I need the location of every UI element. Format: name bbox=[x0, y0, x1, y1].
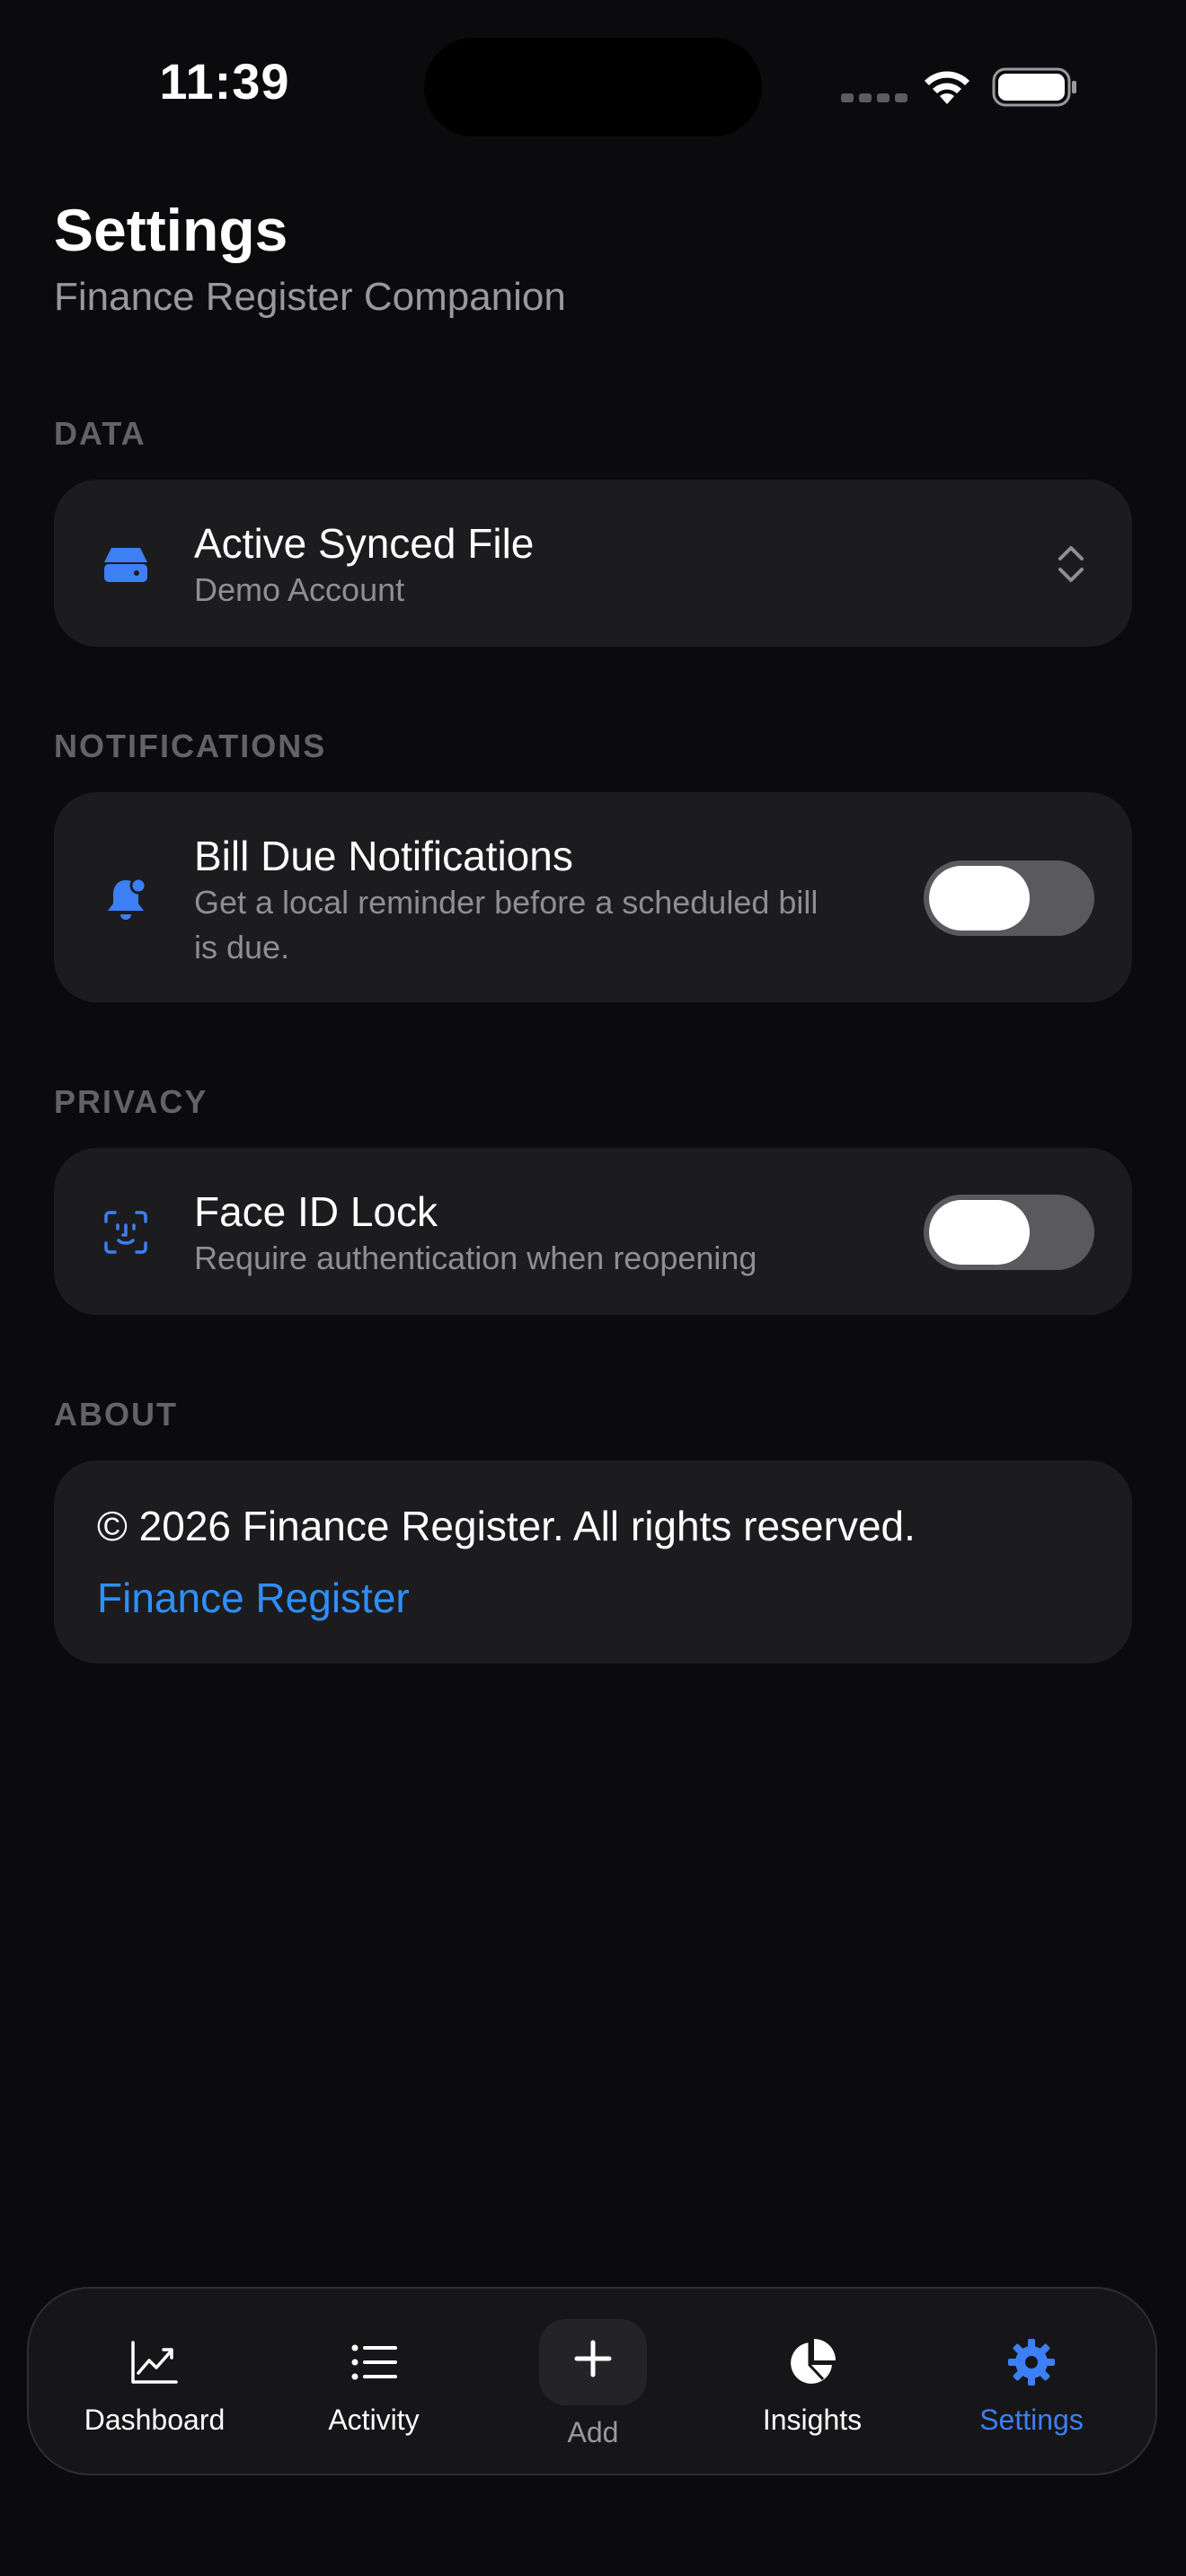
face-id-lock-toggle[interactable] bbox=[924, 1195, 1094, 1270]
status-time: 11:39 bbox=[159, 53, 290, 110]
gear-icon bbox=[1008, 2339, 1055, 2386]
face-id-lock-subtitle: Require authentication when reopening bbox=[194, 1239, 757, 1276]
tab-settings[interactable]: Settings bbox=[942, 2289, 1121, 2477]
face-id-icon bbox=[104, 1211, 147, 1254]
tab-dashboard[interactable]: Dashboard bbox=[65, 2289, 244, 2477]
bill-due-notifications-subtitle-line2: is due. bbox=[194, 929, 290, 966]
bill-due-notifications-toggle[interactable] bbox=[924, 860, 1094, 936]
drive-icon bbox=[104, 548, 147, 582]
tab-insights[interactable]: Insights bbox=[722, 2289, 902, 2477]
dynamic-island bbox=[424, 38, 762, 137]
section-header-privacy: PRIVACY bbox=[54, 1083, 208, 1120]
section-header-about: ABOUT bbox=[54, 1396, 178, 1433]
list-icon bbox=[351, 2344, 397, 2380]
tab-activity[interactable]: Activity bbox=[284, 2289, 464, 2477]
cellular-signal-icon bbox=[841, 93, 907, 102]
plus-icon bbox=[574, 2340, 612, 2378]
toggle-knob bbox=[929, 1200, 1030, 1265]
battery-icon bbox=[992, 67, 1076, 107]
tab-bar: Dashboard Activity Add Insights Settings bbox=[27, 2287, 1157, 2475]
face-id-lock-title: Face ID Lock bbox=[194, 1188, 438, 1235]
finance-register-link[interactable]: Finance Register bbox=[97, 1574, 410, 1622]
pie-chart-icon bbox=[791, 2339, 836, 2384]
bill-due-notifications-subtitle-line1: Get a local reminder before a scheduled … bbox=[194, 884, 819, 921]
tab-label-add: Add bbox=[567, 2416, 619, 2448]
chart-line-icon bbox=[131, 2341, 178, 2384]
chevron-up-down-icon[interactable] bbox=[1053, 543, 1089, 586]
about-card bbox=[54, 1460, 1132, 1663]
page-title: Settings bbox=[54, 197, 288, 263]
bill-due-notifications-title: Bill Due Notifications bbox=[194, 833, 573, 879]
settings-screen: 11:39 Settings Finance Register Companio… bbox=[0, 0, 1186, 2576]
status-bar: 11:39 bbox=[0, 0, 1186, 171]
section-header-notifications: NOTIFICATIONS bbox=[54, 728, 327, 764]
tab-label-settings: Settings bbox=[979, 2404, 1084, 2436]
copyright-text: © 2026 Finance Register. All rights rese… bbox=[97, 1503, 916, 1549]
tab-add[interactable]: Add bbox=[503, 2289, 683, 2477]
active-synced-file-title: Active Synced File bbox=[194, 520, 535, 567]
tab-label-dashboard: Dashboard bbox=[84, 2404, 226, 2436]
wifi-icon bbox=[925, 71, 969, 104]
page-subtitle: Finance Register Companion bbox=[54, 275, 566, 319]
tab-label-insights: Insights bbox=[762, 2404, 863, 2436]
toggle-knob bbox=[929, 866, 1030, 931]
section-header-data: DATA bbox=[54, 415, 146, 452]
bell-badge-icon bbox=[108, 877, 147, 920]
tab-label-activity: Activity bbox=[328, 2404, 420, 2436]
active-synced-file-subtitle: Demo Account bbox=[194, 571, 405, 608]
